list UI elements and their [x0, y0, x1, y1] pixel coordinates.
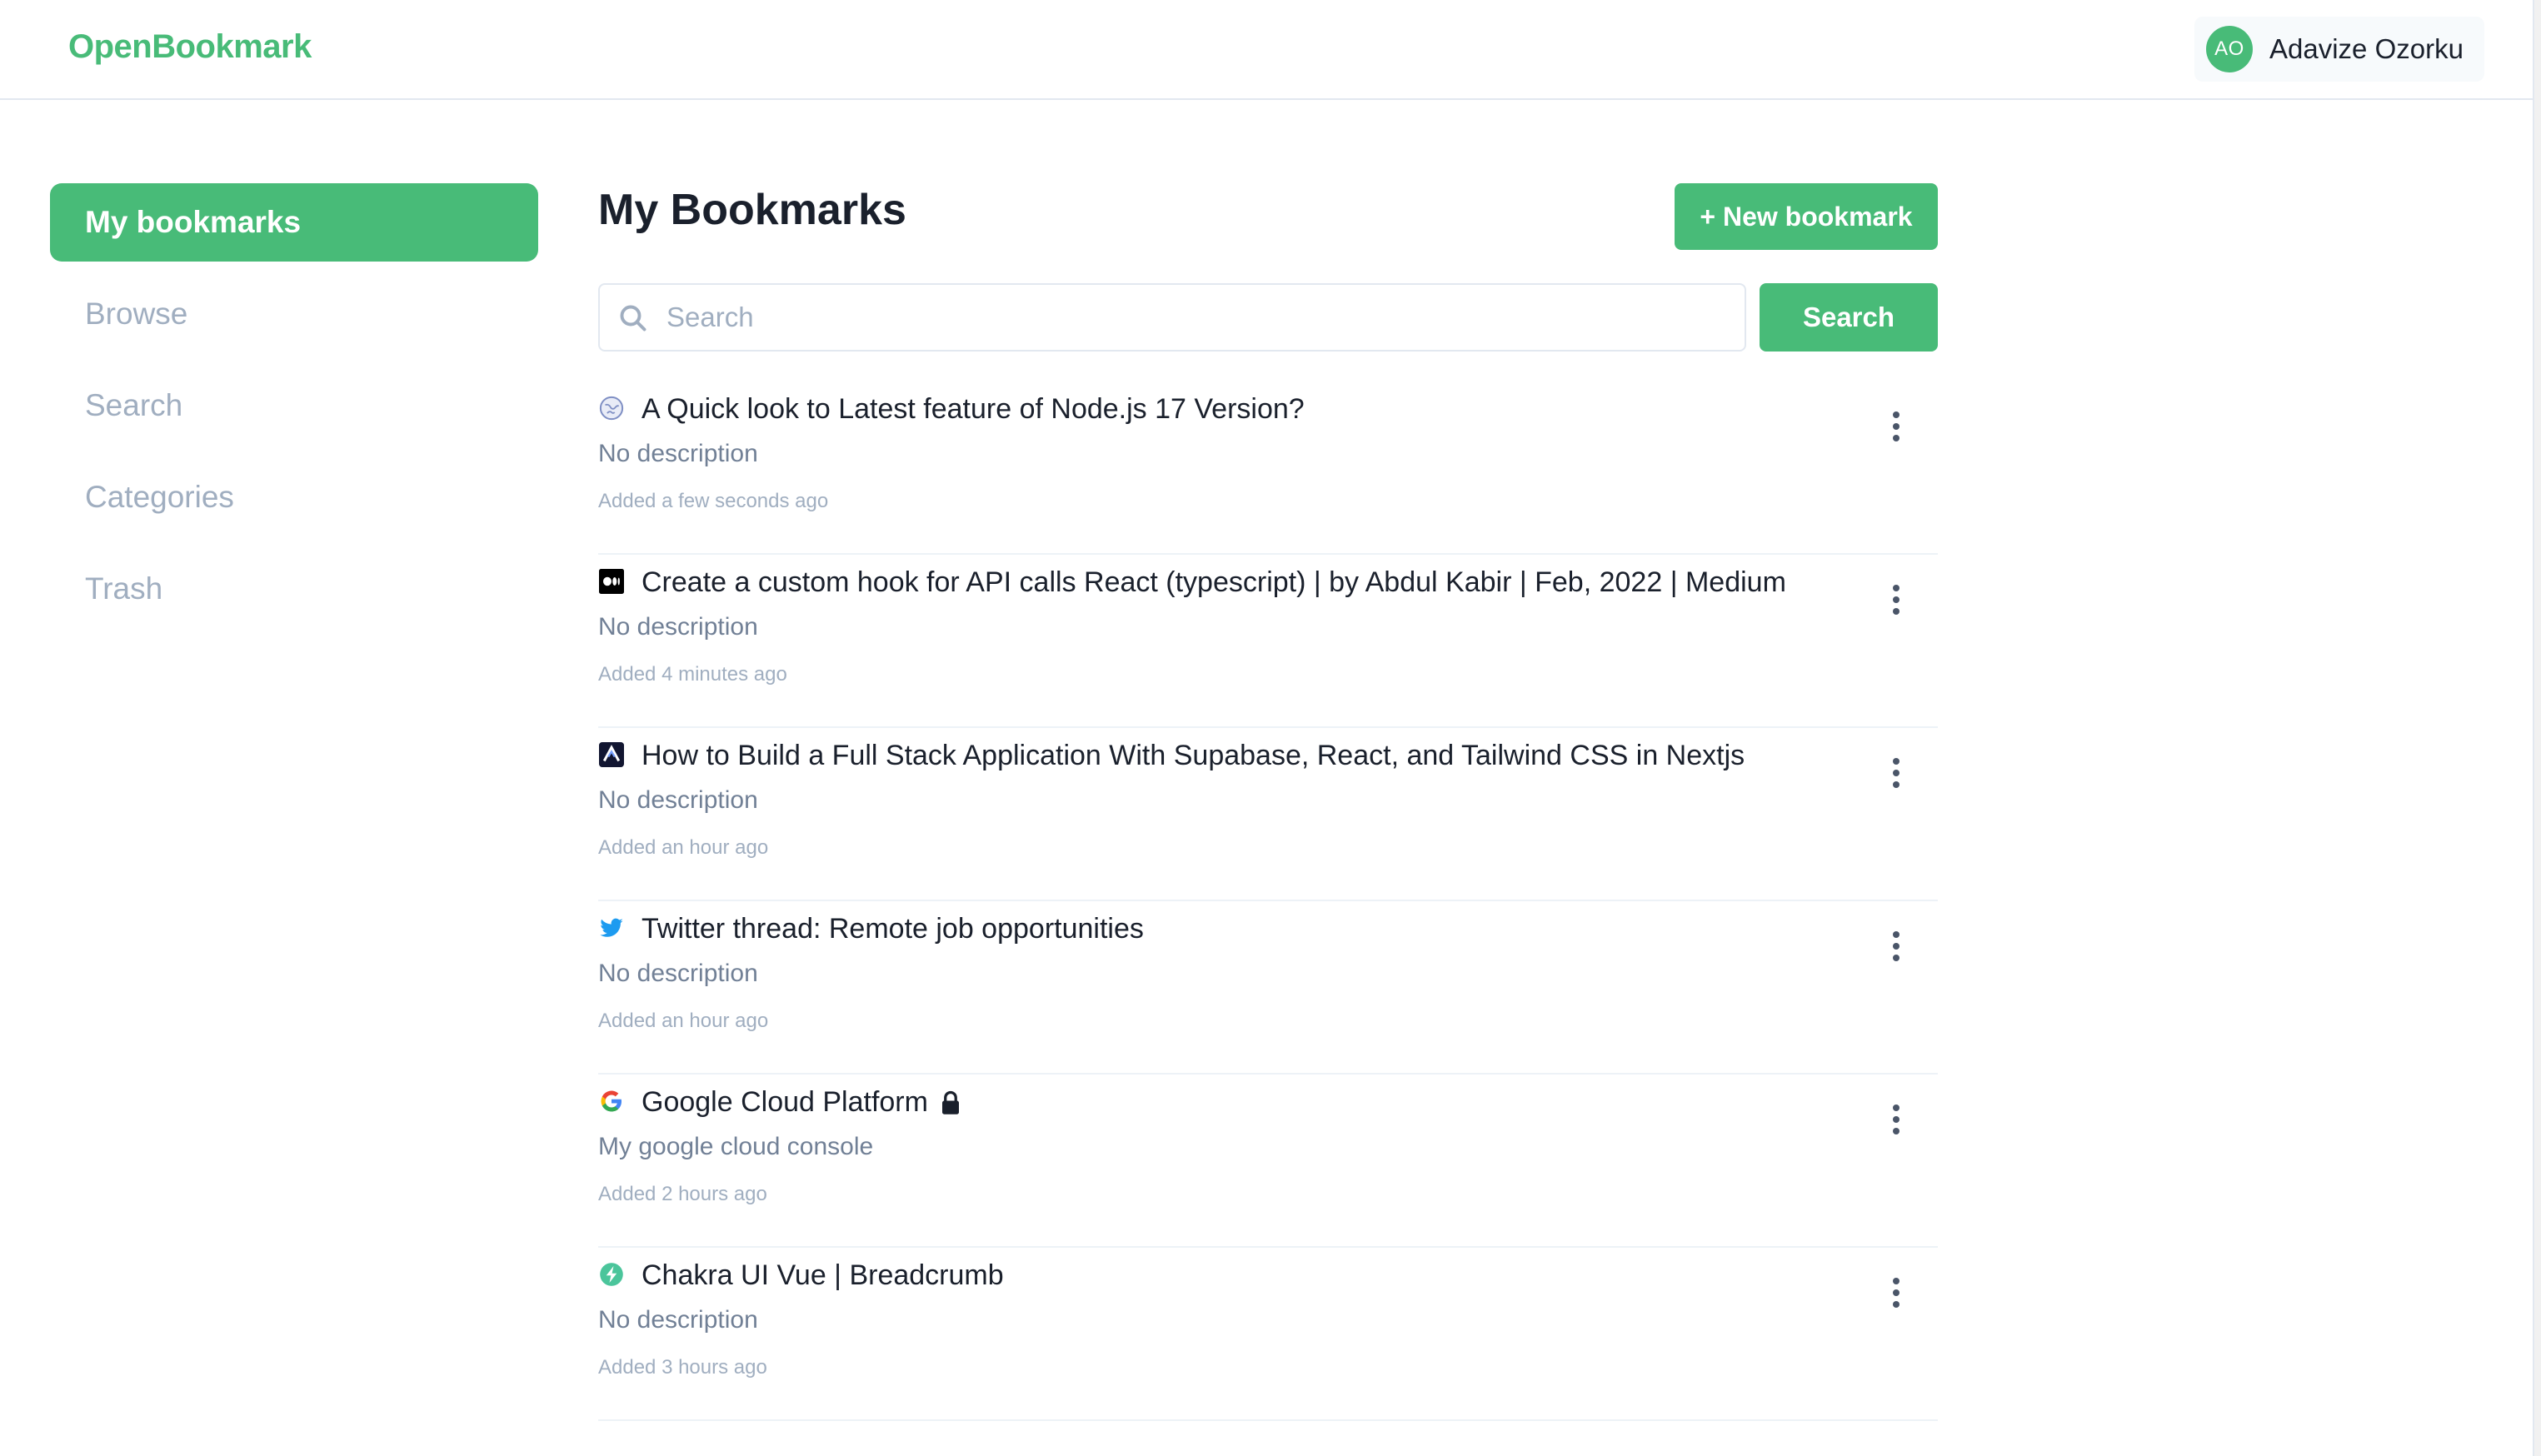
- more-options-icon[interactable]: [1881, 921, 1911, 971]
- globe-icon: [598, 395, 625, 421]
- user-name: Adavize Ozorku: [2269, 33, 2464, 64]
- bookmark-title-text: Google Cloud Platform: [641, 1086, 928, 1118]
- bookmark-description: My google cloud console: [598, 1133, 874, 1160]
- avatar: AO: [2206, 26, 2253, 72]
- bookmark-timestamp: Added 2 hours ago: [598, 1183, 767, 1205]
- search-input[interactable]: [666, 285, 1733, 350]
- bookmark-title[interactable]: Create a custom hook for API calls React…: [641, 566, 1786, 599]
- bookmark-description: No description: [598, 1306, 758, 1334]
- bookmark-title-text: Twitter thread: Remote job opportunities: [641, 913, 1144, 945]
- scrollbar[interactable]: [2533, 0, 2541, 1456]
- user-menu[interactable]: AO Adavize Ozorku: [2194, 17, 2484, 82]
- chakra-icon: [598, 1261, 625, 1288]
- search-icon: [620, 305, 646, 332]
- new-bookmark-button[interactable]: + New bookmark: [1675, 183, 1938, 250]
- bookmark-description: No description: [598, 960, 758, 987]
- bookmark-description: No description: [598, 440, 758, 467]
- bookmark-timestamp: Added 4 minutes ago: [598, 663, 787, 686]
- sidebar-item-trash[interactable]: Trash: [50, 550, 538, 628]
- bookmark-timestamp: Added 3 hours ago: [598, 1356, 767, 1379]
- bookmark-description: No description: [598, 786, 758, 814]
- sidebar-item-search[interactable]: Search: [50, 366, 538, 445]
- lock-icon: [941, 1090, 959, 1114]
- more-options-icon[interactable]: [1881, 575, 1911, 625]
- bookmark-title[interactable]: Chakra UI Vue | Breadcrumb: [641, 1259, 1004, 1292]
- sidebar: My bookmarks Browse Search Categories Tr…: [50, 183, 538, 641]
- bookmark-title[interactable]: Google Cloud Platform: [641, 1086, 961, 1119]
- bookmark-title-text: Chakra UI Vue | Breadcrumb: [641, 1259, 1004, 1291]
- more-options-icon[interactable]: [1881, 401, 1911, 451]
- search-field[interactable]: [598, 283, 1746, 352]
- more-options-icon[interactable]: [1881, 748, 1911, 798]
- bookmark-title[interactable]: A Quick look to Latest feature of Node.j…: [641, 393, 1305, 426]
- bookmark-list: A Quick look to Latest feature of Node.j…: [598, 381, 1938, 1421]
- search-button[interactable]: Search: [1760, 283, 1938, 352]
- google-icon: [598, 1088, 625, 1114]
- list-item: Google Cloud Platform My google cloud co…: [598, 1075, 1938, 1248]
- bookmark-title-text: How to Build a Full Stack Application Wi…: [641, 740, 1745, 771]
- list-item: Twitter thread: Remote job opportunities…: [598, 901, 1938, 1075]
- bookmark-description: No description: [598, 613, 758, 641]
- bookmark-timestamp: Added a few seconds ago: [598, 490, 829, 512]
- sidebar-item-categories[interactable]: Categories: [50, 458, 538, 536]
- bookmark-timestamp: Added an hour ago: [598, 836, 769, 859]
- medium-icon: [598, 568, 625, 595]
- twitter-icon: [598, 915, 625, 941]
- list-item: A Quick look to Latest feature of Node.j…: [598, 381, 1938, 555]
- bookmark-timestamp: Added an hour ago: [598, 1010, 769, 1032]
- bookmark-title-text: A Quick look to Latest feature of Node.j…: [641, 393, 1305, 425]
- list-item: Chakra UI Vue | Breadcrumb No descriptio…: [598, 1248, 1938, 1421]
- page-title: My Bookmarks: [598, 186, 906, 234]
- bookmark-title[interactable]: How to Build a Full Stack Application Wi…: [641, 740, 1745, 772]
- more-options-icon[interactable]: [1881, 1268, 1911, 1318]
- sidebar-item-my-bookmarks[interactable]: My bookmarks: [50, 183, 538, 262]
- site-favicon-icon: [598, 741, 625, 768]
- bookmark-title[interactable]: Twitter thread: Remote job opportunities: [641, 913, 1144, 945]
- sidebar-item-browse[interactable]: Browse: [50, 275, 538, 353]
- list-item: Create a custom hook for API calls React…: [598, 555, 1938, 728]
- more-options-icon[interactable]: [1881, 1094, 1911, 1144]
- list-item: How to Build a Full Stack Application Wi…: [598, 728, 1938, 901]
- bookmark-title-text: Create a custom hook for API calls React…: [641, 566, 1786, 598]
- top-bar: OpenBookmark AO Adavize Ozorku: [0, 0, 2541, 100]
- app-logo[interactable]: OpenBookmark: [68, 28, 312, 66]
